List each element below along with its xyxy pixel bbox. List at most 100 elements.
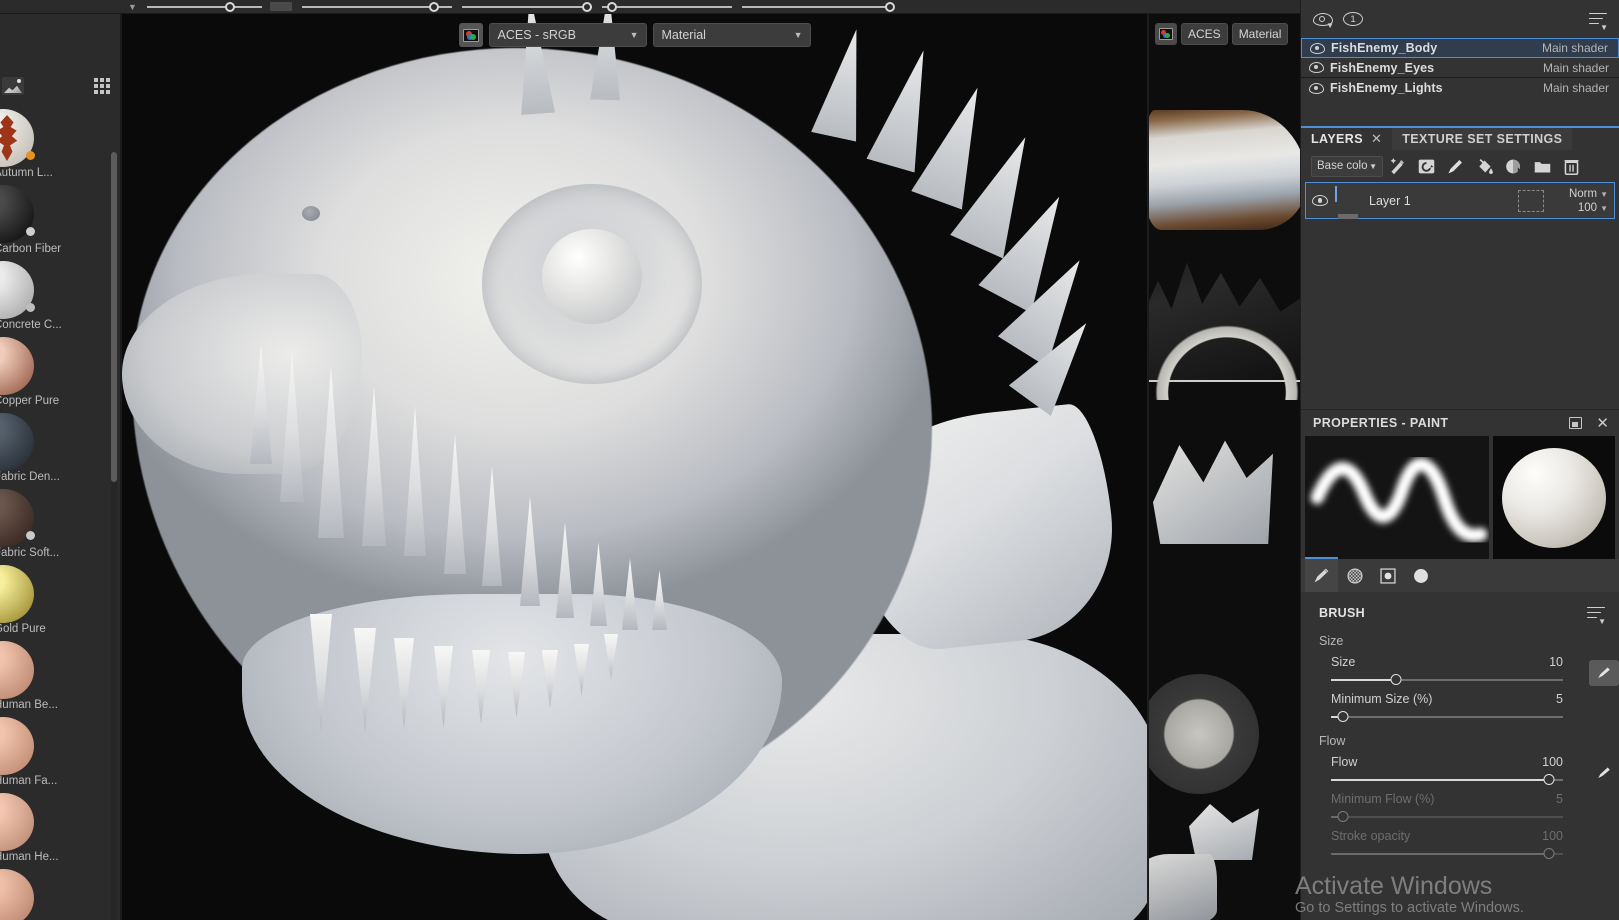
shelf-material-item[interactable]: Gold Pure — [0, 563, 120, 639]
color-profile-icon[interactable] — [458, 23, 483, 47]
stencil-tab-icon[interactable] — [1371, 559, 1404, 592]
tab-texture-set-settings[interactable]: TEXTURE SET SETTINGS — [1392, 128, 1573, 150]
brush-parameter-value[interactable]: 100 — [1542, 829, 1563, 843]
layer-blend-mode[interactable]: Norm ▼ — [1569, 188, 1608, 200]
properties-header: PROPERTIES - PAINT ✕ — [1301, 410, 1619, 436]
add-smart-mask-icon[interactable] — [1412, 154, 1441, 178]
shelf-material-item[interactable]: Fabric Soft... — [0, 487, 120, 563]
toolbar-slider-1[interactable] — [146, 1, 262, 12]
layer-row[interactable]: Layer 1 Norm ▼ 100 ▼ — [1305, 182, 1615, 219]
layer-mask-slot[interactable] — [1518, 189, 1544, 212]
brush-parameter-row: Size 10 — [1301, 650, 1619, 687]
color-profile-select[interactable]: ACES - sRGB ▼ — [488, 23, 647, 47]
color-profile-value[interactable]: ACES — [1181, 23, 1228, 45]
texture-set-row[interactable]: FishEnemy_Eyes Main shader — [1301, 58, 1619, 78]
undock-icon[interactable] — [1569, 417, 1583, 429]
channel-selector[interactable]: Base colo ▼ — [1311, 155, 1383, 177]
brush-parameter-slider[interactable] — [1331, 773, 1563, 787]
add-effect-icon[interactable] — [1383, 154, 1412, 178]
viewport-3d[interactable]: ACES - sRGB ▼ Material ▼ Y X Z — [122, 14, 1147, 920]
close-icon[interactable]: ✕ — [1596, 416, 1609, 431]
texture-set-row[interactable]: FishEnemy_Lights Main shader — [1301, 78, 1619, 98]
brush-parameter-name: Size — [1331, 655, 1356, 669]
shelf-material-item[interactable]: Human Be... — [0, 639, 120, 715]
tab-close-icon[interactable]: ✕ — [1371, 131, 1382, 147]
texture-set-name: FishEnemy_Body — [1331, 41, 1438, 55]
brush-parameter-value[interactable]: 10 — [1549, 655, 1563, 669]
toolbar-slider-3[interactable] — [461, 1, 592, 12]
toolbar-slider-5[interactable] — [741, 1, 896, 12]
brush-parameter-value[interactable]: 100 — [1542, 755, 1563, 769]
hamburger-menu-icon[interactable]: ▼ — [1587, 606, 1606, 626]
hamburger-menu-icon[interactable]: ▼ — [1589, 12, 1608, 32]
material-thumbnail — [0, 337, 34, 395]
shader-mode-value: Material — [661, 28, 706, 42]
toolbar-chevron-icon[interactable]: ▼ — [128, 2, 137, 12]
shelf-material-item[interactable]: Carbon Fiber — [0, 183, 120, 259]
shelf-image-icon[interactable] — [2, 77, 24, 95]
toolbar-swatch[interactable] — [269, 2, 292, 11]
toolbar-slider-4[interactable] — [601, 1, 732, 12]
visibility-eye-icon[interactable] — [1309, 62, 1324, 73]
layer-thumbnail[interactable] — [1335, 185, 1361, 219]
eye-dropdown-icon[interactable]: ▼ — [1313, 12, 1334, 30]
grayscale-tab-icon[interactable] — [1338, 559, 1371, 592]
shader-mode-value[interactable]: Material — [1231, 23, 1289, 45]
shelf-material-list[interactable]: Autumn L... Carbon Fiber Concrete C... Copp… — [0, 104, 120, 920]
fish-eyeball — [542, 229, 642, 324]
color-profile-icon[interactable] — [1155, 23, 1177, 45]
grid-view-icon[interactable] — [94, 78, 110, 94]
texture-set-header: ▼ 1 ▼ — [1301, 0, 1619, 38]
brush-parameter-name: Minimum Size (%) — [1331, 692, 1433, 706]
texture-set-row[interactable]: FishEnemy_Body Main shader — [1301, 38, 1619, 58]
visibility-eye-icon[interactable] — [1309, 82, 1324, 94]
shelf-material-item[interactable]: Concrete C... — [0, 259, 120, 335]
fish-tooth-upper — [622, 558, 638, 630]
material-thumbnail — [0, 641, 34, 699]
fish-tooth-upper — [250, 344, 272, 464]
pressure-flow-icon[interactable] — [1589, 760, 1619, 786]
texture-set-shader: Main shader — [1542, 81, 1609, 95]
brush-parameter-slider[interactable] — [1331, 847, 1563, 861]
material-badge — [26, 531, 35, 540]
brush-parameter-slider[interactable] — [1331, 810, 1563, 824]
viewport-2d[interactable]: ACES Material — [1148, 14, 1300, 920]
fish-tooth-lower — [604, 634, 618, 680]
fish-tooth-lower — [434, 646, 453, 728]
toolbar-slider-2[interactable] — [301, 1, 452, 12]
delete-layer-icon[interactable] — [1557, 154, 1586, 178]
add-paint-layer-icon[interactable] — [1441, 154, 1470, 178]
brush-parameter-value[interactable]: 5 — [1556, 792, 1563, 806]
visibility-eye-icon[interactable] — [1310, 42, 1325, 54]
shelf-material-item[interactable]: Copper Pure — [0, 335, 120, 411]
shelf-material-item[interactable]: Autumn L... — [0, 107, 120, 183]
fish-head — [132, 48, 932, 808]
add-smart-material-icon[interactable] — [1499, 154, 1528, 178]
material-label: Human He... — [0, 851, 59, 863]
fish-tooth-upper — [404, 406, 426, 556]
tab-layers[interactable]: LAYERS ✕ — [1301, 128, 1393, 150]
brush-tab-icon[interactable] — [1305, 557, 1338, 592]
brush-parameter-slider[interactable] — [1331, 710, 1563, 724]
shelf-material-item[interactable]: Human He... — [0, 791, 120, 867]
material-label: Gold Pure — [0, 623, 46, 635]
shelf-material-item[interactable]: Fabric Den... — [0, 411, 120, 487]
add-fill-layer-icon[interactable] — [1470, 154, 1499, 178]
brush-parameter-row: Flow 100 — [1301, 750, 1619, 787]
shelf-material-item[interactable] — [0, 867, 120, 920]
pressure-size-icon[interactable] — [1589, 660, 1619, 686]
brush-parameter-slider[interactable] — [1331, 673, 1563, 687]
fish-tooth-lower — [574, 644, 589, 696]
alpha-tab-icon[interactable] — [1404, 559, 1437, 592]
shelf-material-item[interactable]: Human Fa... — [0, 715, 120, 791]
fish-tooth-lower — [542, 650, 558, 708]
viewport-3d-toolbar: ACES - sRGB ▼ Material ▼ — [122, 20, 1147, 50]
layer-visibility-icon[interactable] — [1312, 195, 1328, 206]
brush-parameter-value[interactable]: 5 — [1556, 692, 1563, 706]
layers-toolbar: Base colo ▼ — [1301, 150, 1619, 182]
add-folder-icon[interactable] — [1528, 154, 1557, 178]
fish-tooth-upper — [520, 496, 540, 606]
layer-opacity[interactable]: 100 ▼ — [1578, 202, 1608, 214]
shader-mode-select[interactable]: Material ▼ — [652, 23, 811, 47]
uv-shell-small-2 — [1149, 854, 1217, 920]
